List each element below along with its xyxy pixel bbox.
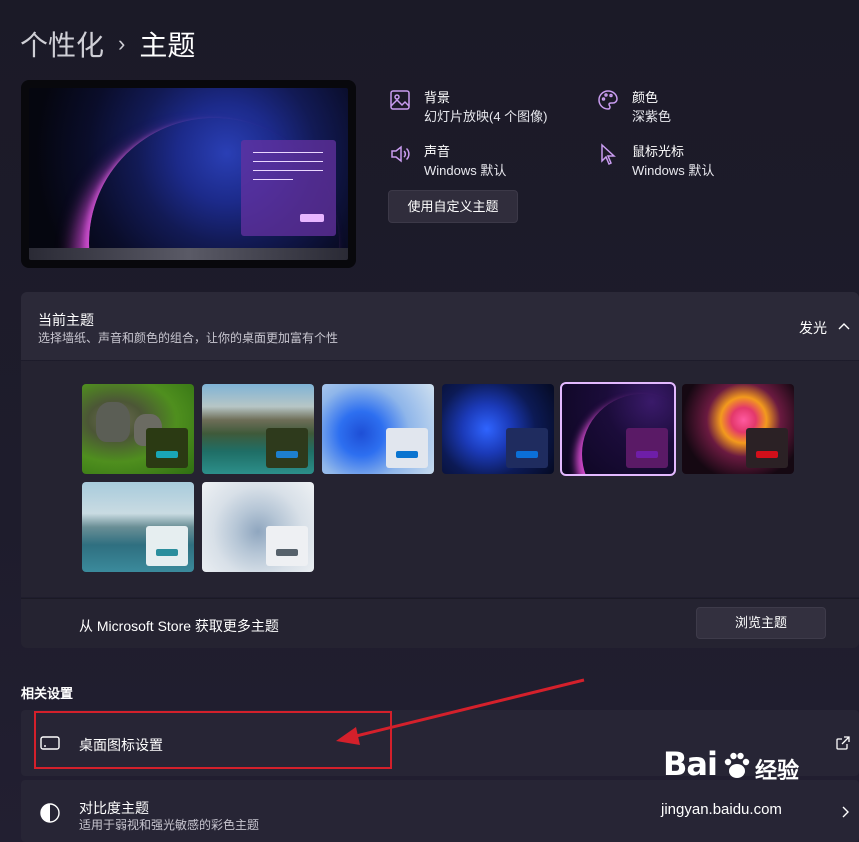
cursor-label: 鼠标光标 [632,144,685,159]
current-theme-header[interactable]: 当前主题 选择墙纸、声音和颜色的组合，让你的桌面更加富有个性 发光 [21,292,859,360]
theme-swatch-bar [516,451,538,458]
contrast-themes-subtitle: 适用于弱视和强光敏感的彩色主题 [79,818,260,832]
theme-swatch [266,428,308,468]
theme-swatch-bar [636,451,658,458]
picture-icon [390,90,410,110]
theme-thumbnail[interactable] [202,482,314,572]
background-setting[interactable]: 背景 幻灯片放映(4 个图像) [388,88,548,126]
browse-themes-button[interactable]: 浏览主题 [696,607,826,639]
theme-swatch-bar [156,451,178,458]
external-link-icon [836,736,850,750]
chevron-right-icon [842,806,849,818]
theme-thumbnail[interactable] [560,382,676,476]
use-custom-theme-button[interactable]: 使用自定义主题 [388,190,518,223]
current-theme-value: 发光 [799,320,827,336]
theme-swatch [746,428,788,468]
page-title: 主题 [139,30,196,61]
palette-icon [598,90,618,110]
color-value: 深紫色 [632,109,672,124]
theme-swatch [146,428,188,468]
current-theme-subtitle: 选择墙纸、声音和颜色的组合，让你的桌面更加富有个性 [38,331,339,345]
preview-window-button [300,214,324,222]
paw-icon [724,752,750,778]
theme-thumbnail[interactable] [202,384,314,474]
color-label: 颜色 [632,90,659,105]
theme-swatch-bar [396,451,418,458]
mouse-cursor-icon [601,143,616,166]
theme-thumbnail[interactable] [322,384,434,474]
color-setting[interactable]: 颜色 深紫色 [596,88,671,126]
theme-swatch-bar [276,549,298,556]
sound-setting[interactable]: 声音 Windows 默认 [388,142,506,180]
watermark-brand: Bai [663,745,718,783]
theme-thumbnail[interactable] [682,384,794,474]
current-theme-title: 当前主题 [38,312,94,328]
preview-wallpaper [29,88,348,260]
theme-thumbnail[interactable] [82,482,194,572]
theme-swatch [146,526,188,566]
watermark-cn: 经验 [755,758,800,783]
preview-taskbar [29,248,348,260]
background-label: 背景 [424,90,451,105]
speaker-icon [391,145,410,163]
sound-value: Windows 默认 [424,163,507,178]
baidu-watermark: Bai 经验 jingyan.baidu.com [661,745,821,825]
theme-swatch [386,428,428,468]
breadcrumb-separator: › [118,31,126,56]
chevron-up-icon[interactable] [837,320,851,334]
theme-swatch-bar [756,451,778,458]
theme-swatch-bar [156,549,178,556]
related-settings-heading: 相关设置 [21,686,74,701]
contrast-themes-title: 对比度主题 [79,800,149,816]
contrast-icon [40,803,60,823]
cursor-value: Windows 默认 [632,163,715,178]
kitten-shape [96,402,130,442]
theme-thumbnail[interactable] [82,384,194,474]
theme-swatch [506,428,548,468]
theme-swatch [266,526,308,566]
sound-label: 声音 [424,144,451,159]
cursor-setting[interactable]: 鼠标光标 Windows 默认 [596,142,714,180]
annotation-highlight-box [34,711,392,769]
breadcrumb-parent[interactable]: 个性化 [20,24,104,64]
theme-swatch-bar [276,451,298,458]
preview-window [241,140,336,236]
breadcrumb: 个性化 › 主题 [20,24,195,64]
watermark-url: jingyan.baidu.com [661,801,782,818]
background-value: 幻灯片放映(4 个图像) [424,109,548,124]
store-text: 从 Microsoft Store 获取更多主题 [79,618,279,634]
theme-preview [21,80,356,268]
theme-thumbnail[interactable] [442,384,554,474]
theme-swatch [626,428,668,468]
